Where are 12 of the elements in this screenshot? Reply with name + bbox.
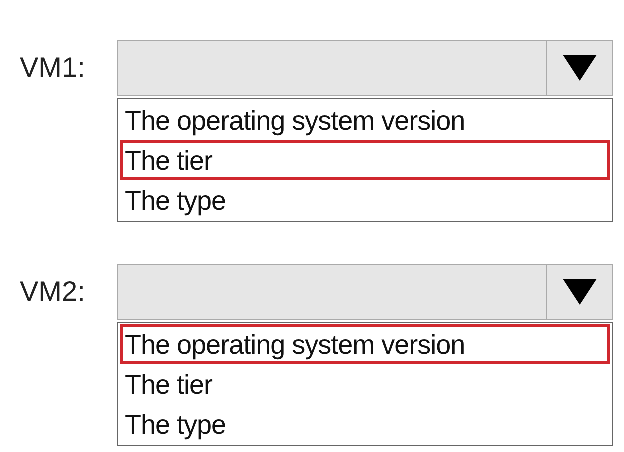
- dropdown-option[interactable]: The tier: [120, 364, 610, 404]
- dropdown-field[interactable]: [117, 264, 613, 320]
- dropdown-option[interactable]: The type: [120, 404, 610, 444]
- dropdown-option[interactable]: The type: [120, 180, 610, 220]
- dropdown-label: VM2:: [20, 275, 86, 308]
- dropdown-label: VM1:: [20, 51, 86, 84]
- dropdown-option[interactable]: The operating system version: [120, 324, 610, 364]
- dropdown-arrow-icon[interactable]: [562, 55, 596, 81]
- dropdown-option[interactable]: The tier: [120, 140, 610, 180]
- dropdown-field[interactable]: [117, 40, 613, 96]
- dropdown-arrow-icon[interactable]: [562, 279, 596, 305]
- dropdown-option[interactable]: The operating system version: [120, 100, 610, 140]
